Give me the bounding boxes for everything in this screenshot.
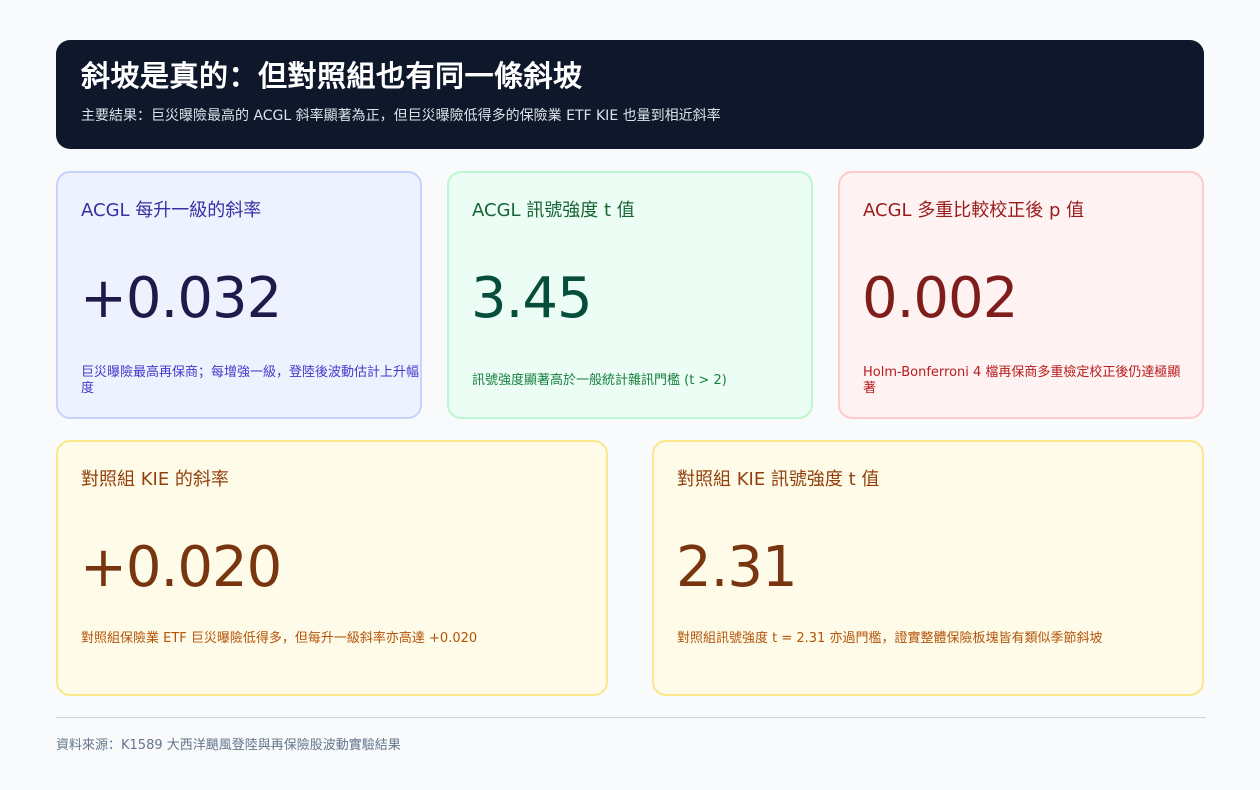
- stat-card-value: 2.31: [676, 535, 798, 600]
- stat-card-note: Holm-Bonferroni 4 檔再保商多重檢定校正後仍達極顯著: [863, 365, 1181, 396]
- stat-card-note: 對照組訊號強度 t = 2.31 亦過門檻，證實整體保險板塊皆有類似季節斜坡: [677, 631, 1103, 646]
- stat-card-acgl-slope: ACGL 每升一級的斜率 +0.032 巨災曝險最高再保商；每增強一級，登陸後波…: [56, 171, 422, 419]
- stat-card-note: 對照組保險業 ETF 巨災曝險低得多，但每升一級斜率亦高達 +0.020: [81, 631, 478, 646]
- stat-card-label: ACGL 每升一級的斜率: [81, 200, 262, 221]
- page-subtitle: 主要結果：巨災曝險最高的 ACGL 斜率顯著為正，但巨災曝險低得多的保險業 ET…: [81, 108, 721, 124]
- stat-card-label: 對照組 KIE 的斜率: [81, 469, 229, 490]
- stat-card-label: ACGL 訊號強度 t 值: [472, 200, 635, 221]
- page-title: 斜坡是真的：但對照組也有同一條斜坡: [81, 59, 583, 93]
- stat-card-value: +0.032: [80, 266, 282, 331]
- stat-card-value: +0.020: [80, 535, 282, 600]
- stat-card-label: 對照組 KIE 訊號強度 t 值: [677, 469, 880, 490]
- stat-card-value: 0.002: [862, 266, 1018, 331]
- footer-divider: [56, 717, 1206, 718]
- stat-card-note: 巨災曝險最高再保商；每增強一級，登陸後波動估計上升幅度: [81, 365, 420, 396]
- stat-card-kie-t-value: 對照組 KIE 訊號強度 t 值 2.31 對照組訊號強度 t = 2.31 亦…: [652, 440, 1204, 696]
- stat-card-kie-slope: 對照組 KIE 的斜率 +0.020 對照組保險業 ETF 巨災曝險低得多，但每…: [56, 440, 608, 696]
- stat-card-note: 訊號強度顯著高於一般統計雜訊門檻 (t > 2): [472, 373, 727, 388]
- title-banner: 斜坡是真的：但對照組也有同一條斜坡 主要結果：巨災曝險最高的 ACGL 斜率顯著…: [56, 40, 1204, 149]
- source-note: 資料來源：K1589 大西洋颶風登陸與再保險股波動實驗結果: [56, 738, 401, 753]
- stat-card-acgl-t-value: ACGL 訊號強度 t 值 3.45 訊號強度顯著高於一般統計雜訊門檻 (t >…: [447, 171, 813, 419]
- stat-card-acgl-p-value: ACGL 多重比較校正後 p 值 0.002 Holm-Bonferroni 4…: [838, 171, 1204, 419]
- stat-card-value: 3.45: [471, 266, 593, 331]
- stat-card-label: ACGL 多重比較校正後 p 值: [863, 200, 1085, 221]
